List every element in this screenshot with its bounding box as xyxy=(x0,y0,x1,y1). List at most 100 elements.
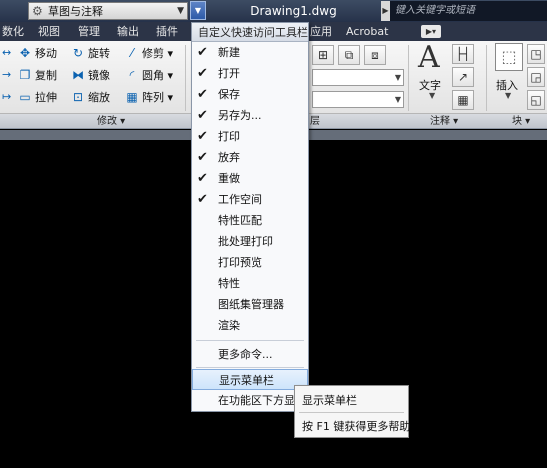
table-button[interactable]: ▦ xyxy=(452,90,474,110)
array-button[interactable]: ▦ 阵列 ▾ xyxy=(125,88,173,106)
rotate-button[interactable]: ↻ 旋转 xyxy=(71,44,110,62)
trim-label: 修剪 xyxy=(142,47,164,60)
workspace-switcher[interactable]: ⚙ 草图与注释 ▼ xyxy=(28,2,188,20)
qat-customize-button[interactable]: ▼ xyxy=(190,1,206,20)
menu-item-workspace[interactable]: ✔ 工作空间 xyxy=(192,189,308,210)
checkmark-icon: ✔ xyxy=(197,171,208,186)
arrow-icon: → xyxy=(2,68,12,81)
layer-icon: ⧉ xyxy=(344,48,354,62)
mirror-button[interactable]: ⧓ 镜像 xyxy=(71,66,110,84)
search-box: ▶ 键入关键字或短语 xyxy=(381,1,547,21)
divider xyxy=(408,45,409,111)
menu-item-label: 批处理打印 xyxy=(218,235,273,248)
panel-title-annotation[interactable]: 注释 ▾ xyxy=(430,114,458,129)
video-icon[interactable]: ▶▾ xyxy=(421,25,441,38)
menu-item-save-as[interactable]: ✔ 另存为... xyxy=(192,105,308,126)
move-button[interactable]: ✥ 移动 xyxy=(18,44,57,62)
chevron-down-icon: ▼ xyxy=(394,73,401,82)
gear-icon: ⚙ xyxy=(32,4,43,18)
menu-item-open[interactable]: ✔ 打开 xyxy=(192,63,308,84)
menu-item-render[interactable]: 渲染 xyxy=(192,315,308,336)
layer-combo[interactable]: ▼ xyxy=(312,91,404,108)
menu-item-label: 保存 xyxy=(218,88,240,101)
menu-item-undo[interactable]: ✔ 放弃 xyxy=(192,147,308,168)
stretch-button[interactable]: ▭ 拉伸 xyxy=(18,88,57,106)
tooltip-divider xyxy=(299,412,404,413)
tab-apps[interactable]: 应用 xyxy=(310,22,332,41)
layer-tool-button[interactable]: ⧈ xyxy=(364,45,386,65)
copy-icon: ❐ xyxy=(19,68,31,82)
menu-item-more-commands[interactable]: 更多命令... xyxy=(192,344,308,365)
scale-button[interactable]: ⊡ 缩放 xyxy=(71,88,110,106)
array-icon: ▦ xyxy=(126,90,138,104)
menu-item-show-menubar[interactable]: 显示菜单栏 xyxy=(192,369,308,390)
scale-icon: ⊡ xyxy=(72,90,84,104)
tooltip-help-text: 按 F1 键获得更多帮助 xyxy=(302,420,411,433)
trim-icon: ⁄ xyxy=(130,46,133,60)
tab-output[interactable]: 输出 xyxy=(117,22,139,41)
menu-item-save[interactable]: ✔ 保存 xyxy=(192,84,308,105)
tab-parametric[interactable]: 数化 xyxy=(2,22,24,41)
menu-item-label: 新建 xyxy=(218,46,240,59)
layer-combo[interactable]: ▼ xyxy=(312,69,404,86)
panel-title-annotation-label: 注释 xyxy=(430,116,450,127)
text-icon[interactable]: A xyxy=(418,41,440,75)
copy-button[interactable]: ❐ 复制 xyxy=(18,66,57,84)
panel-title-block-label: 块 xyxy=(512,116,522,127)
insert-block-icon[interactable]: ⬚ xyxy=(495,43,523,71)
chevron-down-icon: ▼ xyxy=(505,91,512,100)
menu-item-match-properties[interactable]: 特性匹配 xyxy=(192,210,308,231)
menu-item-properties[interactable]: 特性 xyxy=(192,273,308,294)
menu-item-label: 图纸集管理器 xyxy=(218,298,284,311)
checkmark-icon: ✔ xyxy=(197,45,208,60)
block-tool-button[interactable]: ◲ xyxy=(527,67,545,87)
layer-state-button[interactable]: ⊞ xyxy=(312,45,334,65)
leader-button[interactable]: ↗ xyxy=(452,67,474,87)
menu-item-sheet-set-manager[interactable]: 图纸集管理器 xyxy=(192,294,308,315)
search-input[interactable]: 键入关键字或短语 xyxy=(391,1,547,21)
tab-manage[interactable]: 管理 xyxy=(78,22,100,41)
block-icon: ◲ xyxy=(530,70,542,84)
chevron-down-icon: ▼ xyxy=(394,95,401,104)
menu-item-label: 重做 xyxy=(218,172,240,185)
menu-item-redo[interactable]: ✔ 重做 xyxy=(192,168,308,189)
table-icon: ▦ xyxy=(457,93,469,107)
fillet-label: 圆角 xyxy=(142,69,164,82)
layer-tool-button[interactable]: ⧉ xyxy=(338,45,360,65)
scale-label: 缩放 xyxy=(88,91,110,104)
stretch-icon: ▭ xyxy=(19,90,31,104)
divider xyxy=(486,45,487,111)
move-icon: ✥ xyxy=(19,46,31,60)
tab-view[interactable]: 视图 xyxy=(38,22,60,41)
menu-divider xyxy=(196,367,304,368)
panel-title-block[interactable]: 块 ▾ xyxy=(512,114,530,129)
trim-button[interactable]: ⁄ 修剪 ▾ xyxy=(125,44,173,62)
tab-plugins[interactable]: 插件 xyxy=(156,22,178,41)
checkmark-icon: ✔ xyxy=(197,108,208,123)
rotate-label: 旋转 xyxy=(88,47,110,60)
chevron-down-icon: ▼ xyxy=(429,91,436,100)
menu-item-batch-plot[interactable]: 批处理打印 xyxy=(192,231,308,252)
expand-arrow-icon[interactable]: ▶ xyxy=(381,1,390,21)
menu-item-label: 工作空间 xyxy=(218,193,262,206)
menu-header: 自定义快速访问工具栏 xyxy=(192,23,308,42)
menu-item-plot-preview[interactable]: 打印预览 xyxy=(192,252,308,273)
tab-acrobat[interactable]: Acrobat xyxy=(346,22,388,41)
copy-label: 复制 xyxy=(35,69,57,82)
menu-item-new[interactable]: ✔ 新建 xyxy=(192,42,308,63)
block-tool-button[interactable]: ◳ xyxy=(527,44,545,64)
dimension-button[interactable]: ├┤ xyxy=(452,44,474,64)
menu-item-label: 另存为... xyxy=(218,109,262,122)
block-tool-button[interactable]: ◱ xyxy=(527,90,545,110)
menu-divider xyxy=(196,340,304,341)
layer-icon: ⧈ xyxy=(371,48,379,62)
menu-item-label: 打开 xyxy=(218,67,240,80)
fillet-button[interactable]: ◜ 圆角 ▾ xyxy=(125,66,173,84)
menu-item-print[interactable]: ✔ 打印 xyxy=(192,126,308,147)
panel-title-modify[interactable]: 修改 ▾ xyxy=(97,114,125,129)
tooltip-popup: 显示菜单栏 按 F1 键获得更多帮助 xyxy=(294,385,411,438)
checkmark-icon: ✔ xyxy=(197,129,208,144)
menu-item-show-below-ribbon[interactable]: 在功能区下方显示 xyxy=(192,390,308,411)
panel-title-layers[interactable]: 层 xyxy=(310,114,320,129)
divider xyxy=(185,45,186,111)
